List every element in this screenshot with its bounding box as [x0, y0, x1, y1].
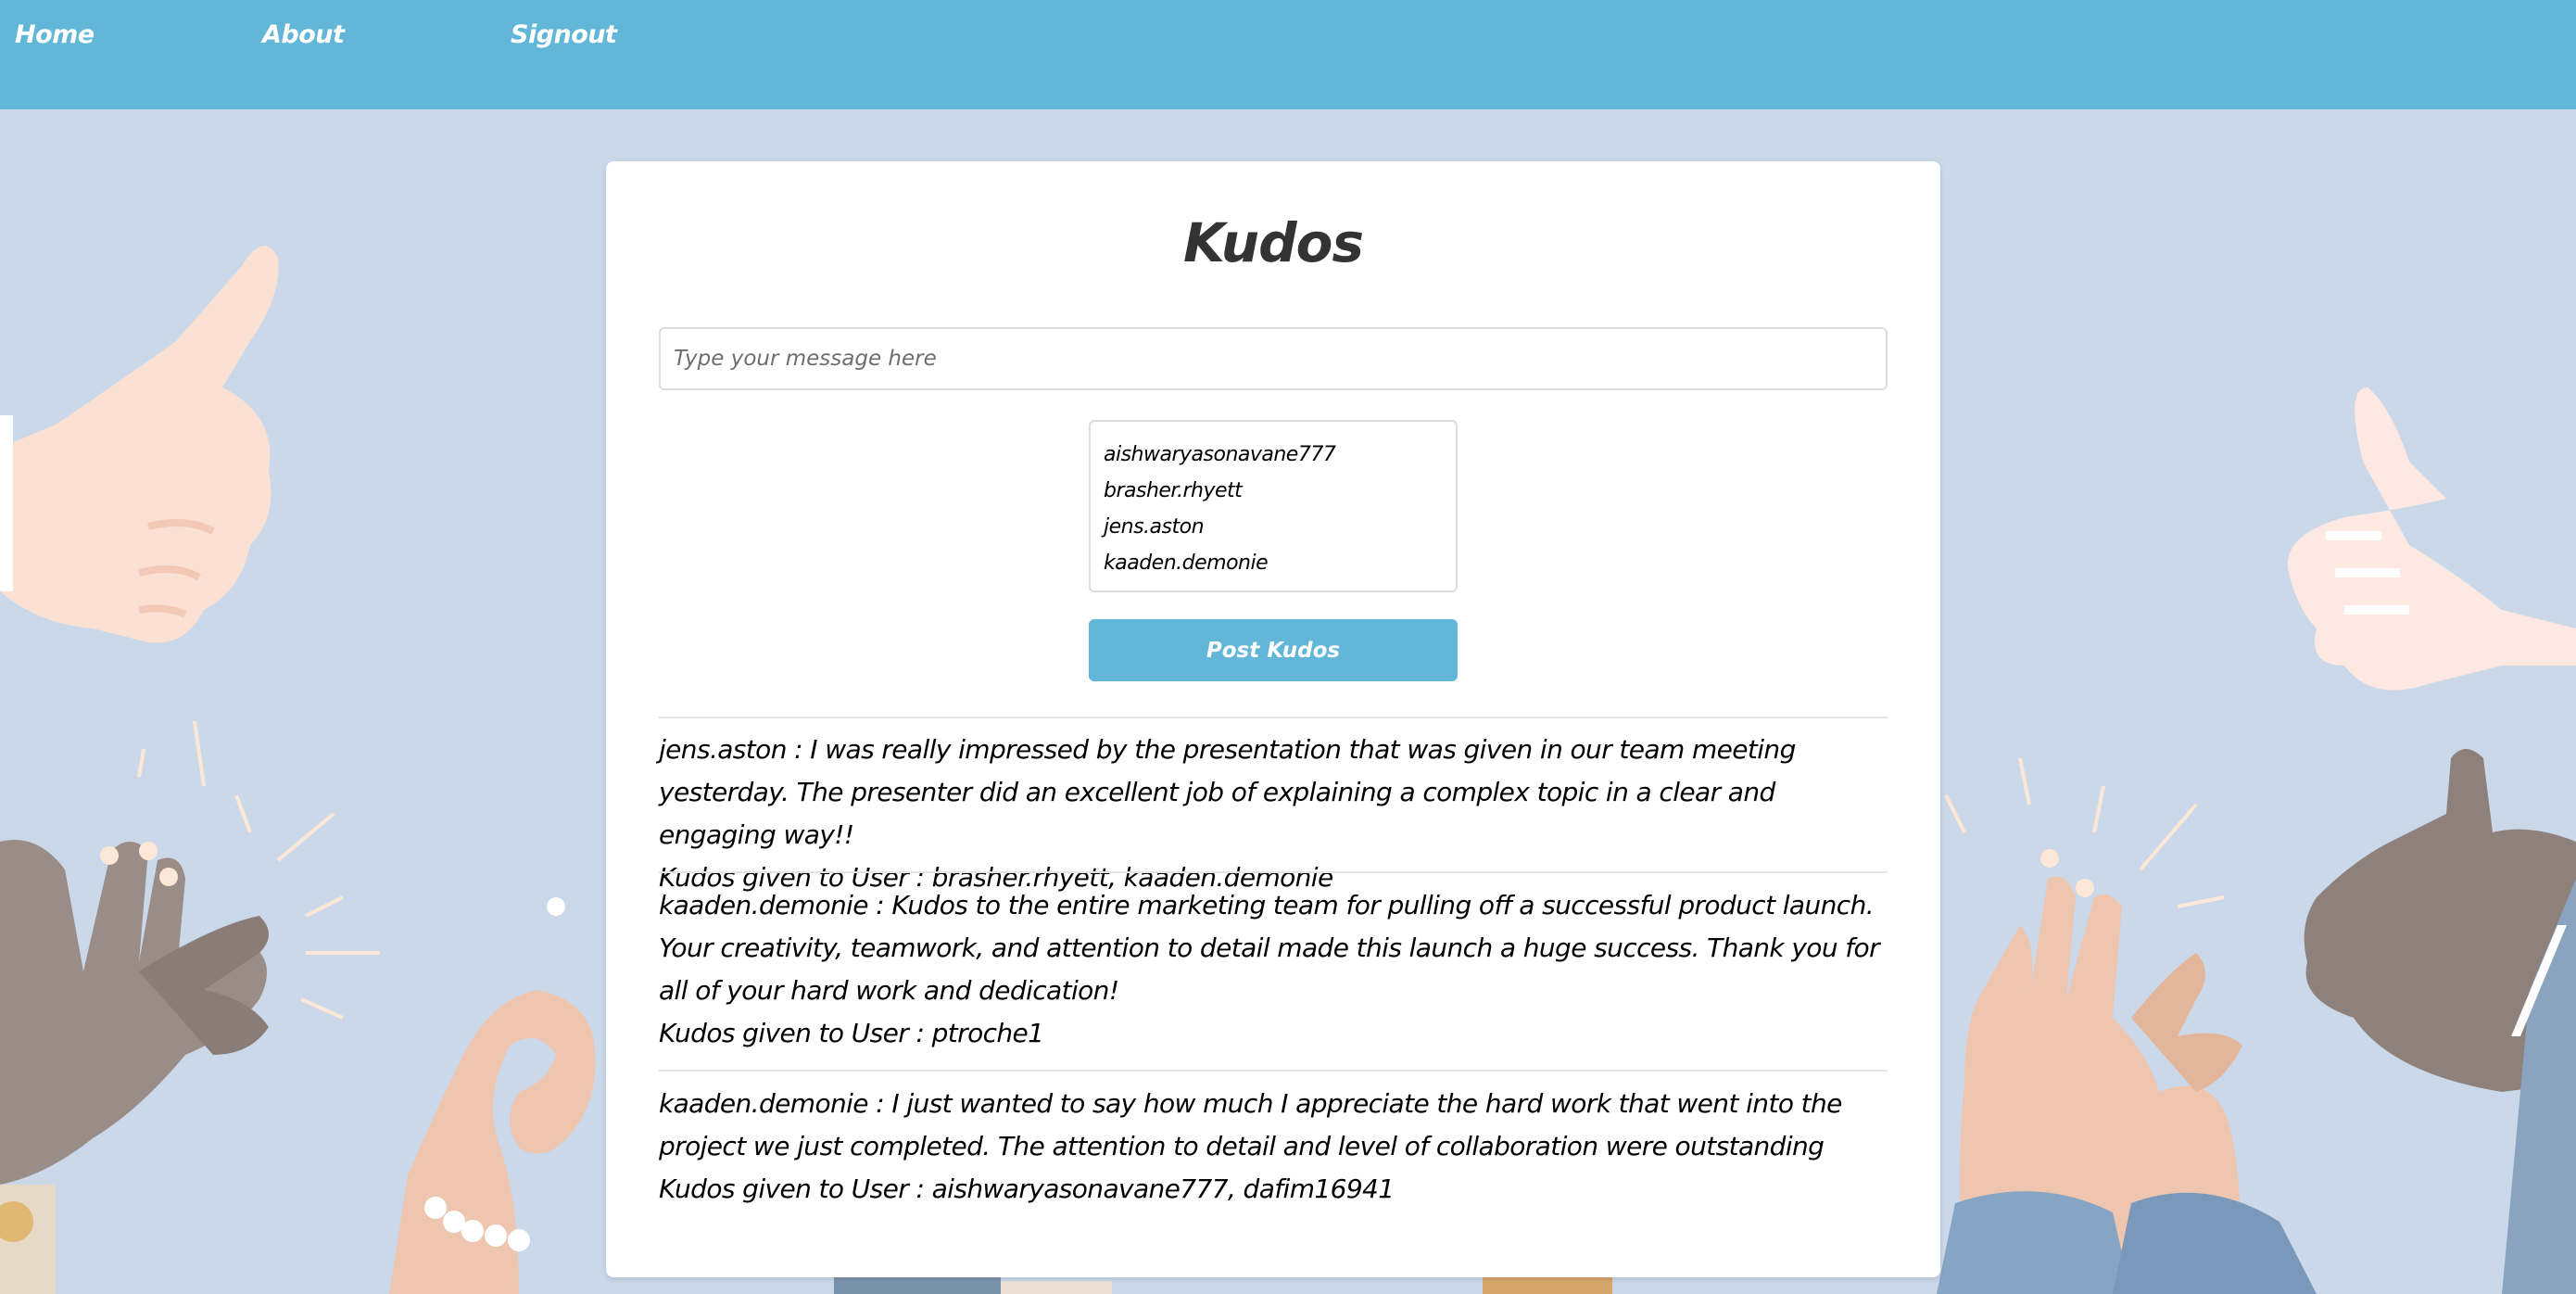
bottom-sleeves-icon: [834, 1277, 1612, 1294]
user-option[interactable]: brasher.rhyett: [1104, 473, 1443, 509]
divider: [659, 1070, 1888, 1072]
divider: [659, 871, 1888, 873]
message-input[interactable]: [659, 327, 1888, 390]
kudos-card: Kudos aishwaryasonavane777 brasher.rhyet…: [606, 161, 1940, 1277]
kudos-recipients: Kudos given to User : ptroche1: [659, 1018, 1044, 1048]
kudos-recipients: Kudos given to User : aishwaryasonavane7…: [659, 1173, 1395, 1204]
ok-hand-icon: [389, 897, 596, 1294]
user-option[interactable]: kaaden.demonie: [1104, 545, 1443, 581]
user-option[interactable]: jens.aston: [1104, 509, 1443, 545]
dark-thumbs-up-icon: [2304, 749, 2576, 1294]
kudos-post: kaaden.demonie : I just wanted to say ho…: [659, 1083, 1891, 1211]
user-option[interactable]: aishwaryasonavane777: [1104, 437, 1443, 473]
kudos-post: jens.aston : I was really impressed by t…: [659, 729, 1891, 899]
clapping-hands-left-icon: [0, 720, 380, 1294]
top-navbar: Home About Signout: [0, 0, 2576, 109]
post-kudos-button[interactable]: Post Kudos: [1089, 619, 1458, 681]
nav-about-link[interactable]: About: [262, 20, 345, 49]
divider: [659, 717, 1888, 718]
thumbs-up-right-icon: [2287, 387, 2576, 691]
user-select-list[interactable]: aishwaryasonavane777 brasher.rhyett jens…: [1089, 420, 1458, 592]
nav-signout-link[interactable]: Signout: [511, 20, 617, 49]
kudos-post: kaaden.demonie : Kudos to the entire mar…: [659, 884, 1891, 1055]
thumbs-up-left-icon: [0, 246, 279, 643]
kudos-message: kaaden.demonie : I just wanted to say ho…: [659, 1088, 1842, 1161]
kudos-message: kaaden.demonie : Kudos to the entire mar…: [659, 890, 1880, 1006]
kudos-message: jens.aston : I was really impressed by t…: [659, 734, 1796, 850]
nav-home-link[interactable]: Home: [15, 20, 95, 49]
page-title: Kudos: [1183, 211, 1364, 274]
clapping-hands-right-icon: [1937, 757, 2317, 1294]
